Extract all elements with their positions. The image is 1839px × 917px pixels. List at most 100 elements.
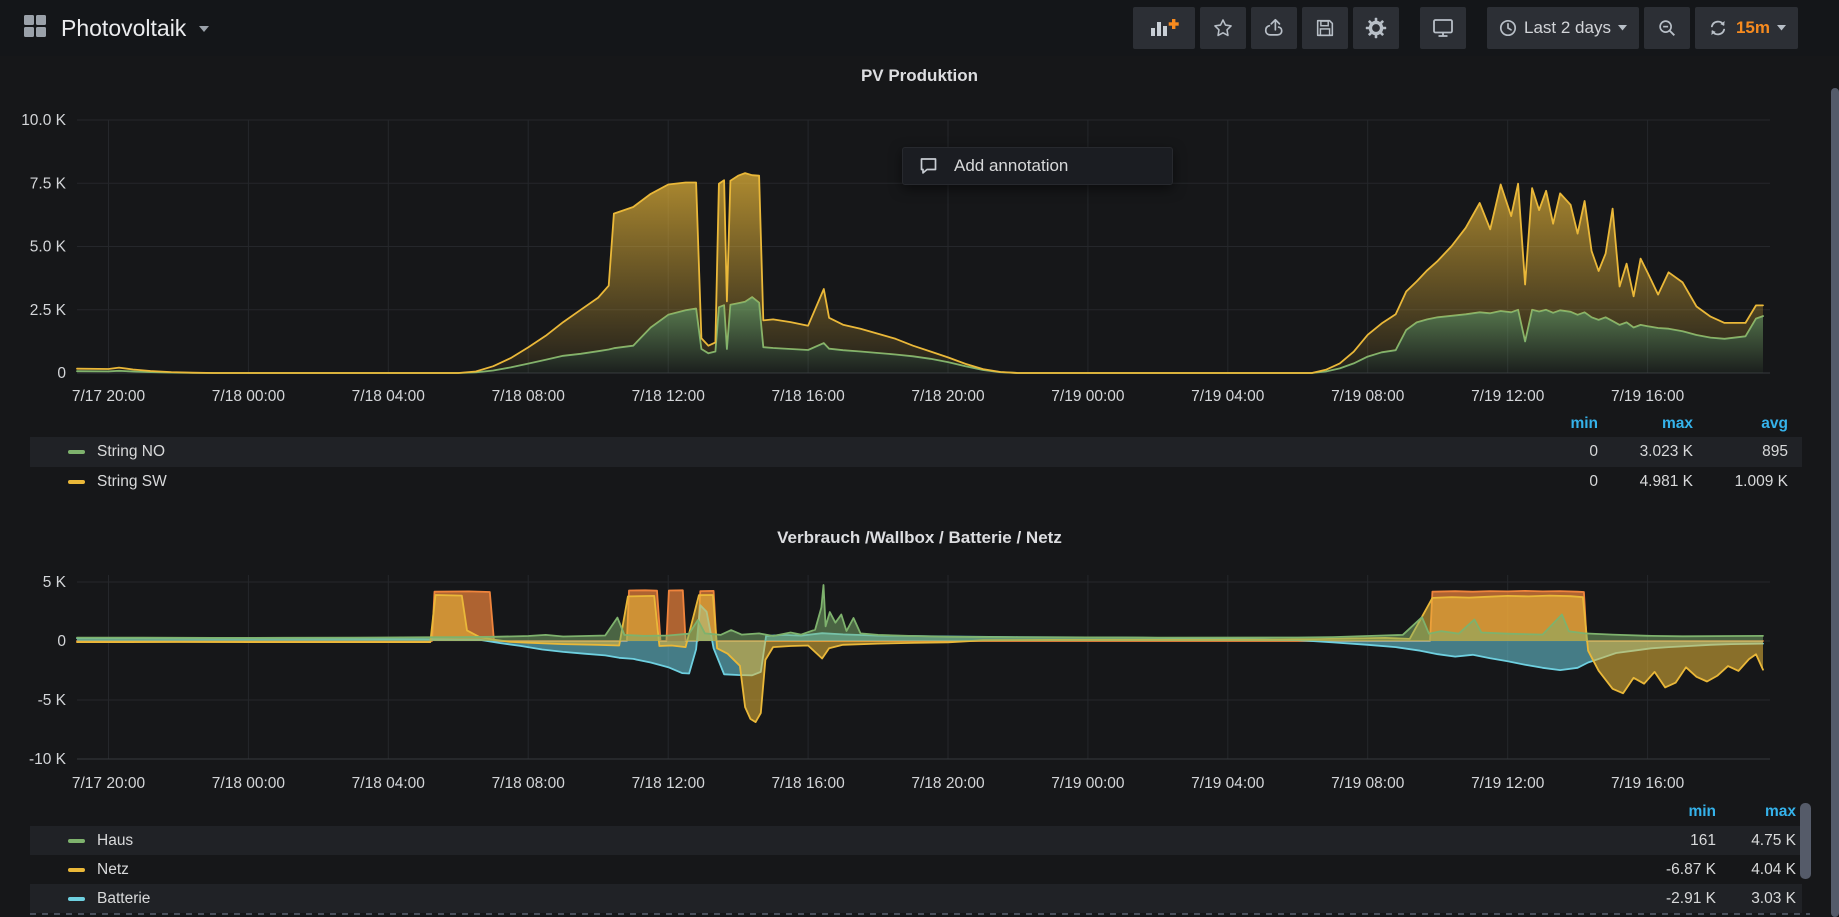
svg-text:5.0 K: 5.0 K xyxy=(30,239,67,256)
series-swatch xyxy=(68,480,85,484)
svg-text:-10 K: -10 K xyxy=(29,751,67,768)
stat-avg: 1.009 K xyxy=(1693,473,1788,491)
legend-scrollbar-thumb[interactable] xyxy=(1800,803,1811,879)
svg-text:7/17 20:00: 7/17 20:00 xyxy=(72,388,146,405)
svg-text:7/19 16:00: 7/19 16:00 xyxy=(1611,775,1685,792)
series-swatch xyxy=(68,839,85,843)
legend-header-row: min max xyxy=(30,797,1802,826)
grafana-dashboard: Photovoltaik xyxy=(0,0,1839,917)
series-label: String SW xyxy=(97,473,167,491)
svg-text:7/18 04:00: 7/18 04:00 xyxy=(352,388,426,405)
stat-max: 3.023 K xyxy=(1598,443,1693,461)
svg-text:7/18 00:00: 7/18 00:00 xyxy=(212,775,286,792)
svg-text:10.0 K: 10.0 K xyxy=(21,112,66,129)
apps-grid-icon xyxy=(22,13,48,44)
svg-text:7/19 04:00: 7/19 04:00 xyxy=(1191,775,1265,792)
monitor-icon xyxy=(1431,17,1455,39)
stat-max: 4.75 K xyxy=(1716,832,1796,850)
legend-header-max[interactable]: max xyxy=(1716,803,1796,821)
clock-icon xyxy=(1499,19,1517,37)
stat-min: -6.87 K xyxy=(1636,861,1716,879)
legend-header-avg[interactable]: avg xyxy=(1693,415,1788,433)
share-dashboard-button[interactable] xyxy=(1251,7,1297,49)
refresh-picker[interactable]: 15m xyxy=(1695,7,1798,49)
svg-text:7/18 08:00: 7/18 08:00 xyxy=(492,775,566,792)
verbrauch-chart[interactable]: 5 K0-5 K-10 K7/17 20:007/18 00:007/18 04… xyxy=(0,560,1839,800)
add-annotation-menu[interactable]: Add annotation xyxy=(902,147,1173,185)
svg-text:0: 0 xyxy=(57,365,66,382)
series-label: Haus xyxy=(97,832,133,850)
svg-text:7/19 12:00: 7/19 12:00 xyxy=(1471,775,1545,792)
page-scrollbar-thumb[interactable] xyxy=(1831,88,1839,917)
legend-row-string-sw[interactable]: String SW 0 4.981 K 1.009 K xyxy=(30,467,1802,497)
dashboard-title-group[interactable]: Photovoltaik xyxy=(22,0,209,56)
svg-text:2.5 K: 2.5 K xyxy=(30,302,67,319)
refresh-icon xyxy=(1707,17,1729,39)
legend-header-min[interactable]: min xyxy=(1503,415,1598,433)
stat-min: 161 xyxy=(1636,832,1716,850)
zoom-out-button[interactable] xyxy=(1644,7,1690,49)
series-label: String NO xyxy=(97,443,165,461)
zoom-out-icon xyxy=(1656,17,1678,39)
svg-text:7/19 00:00: 7/19 00:00 xyxy=(1051,775,1125,792)
pv-produktion-chart[interactable]: 0 2.5 K 5.0 K 7.5 K 10.0 K 7/17 20:00 7/18 00:… xyxy=(0,95,1839,415)
svg-text:7/19 12:00: 7/19 12:00 xyxy=(1471,388,1545,405)
add-annotation-label: Add annotation xyxy=(954,156,1068,176)
gear-icon xyxy=(1364,16,1388,40)
svg-text:7/18 20:00: 7/18 20:00 xyxy=(911,388,985,405)
panel2-title[interactable]: Verbrauch /Wallbox / Batterie / Netz xyxy=(0,528,1839,548)
add-panel-icon xyxy=(1149,17,1179,39)
stat-max: 3.03 K xyxy=(1716,890,1796,908)
series-swatch xyxy=(68,897,85,901)
svg-text:7/18 16:00: 7/18 16:00 xyxy=(771,775,845,792)
svg-text:7.5 K: 7.5 K xyxy=(30,175,67,192)
chevron-down-icon xyxy=(1777,25,1786,31)
svg-text:7/18 12:00: 7/18 12:00 xyxy=(632,775,706,792)
legend-row-string-no[interactable]: String NO 0 3.023 K 895 xyxy=(30,437,1802,467)
refresh-interval-label: 15m xyxy=(1736,18,1770,38)
svg-text:7/19 08:00: 7/19 08:00 xyxy=(1331,388,1405,405)
star-icon xyxy=(1212,17,1234,39)
share-icon xyxy=(1263,17,1285,39)
legend-row-batterie[interactable]: Batterie -2.91 K 3.03 K xyxy=(30,884,1802,913)
panel1-legend: min max avg String NO 0 3.023 K 895 Stri… xyxy=(30,411,1802,497)
svg-text:0: 0 xyxy=(57,633,66,650)
save-icon xyxy=(1314,17,1336,39)
svg-text:7/17 20:00: 7/17 20:00 xyxy=(72,775,146,792)
chevron-down-icon xyxy=(1618,25,1627,31)
legend-header-min[interactable]: min xyxy=(1636,803,1716,821)
stat-min: 0 xyxy=(1503,473,1598,491)
stat-avg: 895 xyxy=(1693,443,1788,461)
svg-text:7/18 00:00: 7/18 00:00 xyxy=(212,388,286,405)
comment-icon xyxy=(919,157,938,175)
navbar-actions: Last 2 days 15m xyxy=(1133,7,1798,49)
legend-row-haus[interactable]: Haus 161 4.75 K xyxy=(30,826,1802,855)
panel2-legend: min max Haus 161 4.75 K Netz -6.87 K 4.0… xyxy=(30,797,1802,913)
legend-header-row: min max avg xyxy=(30,411,1802,437)
mark-favorite-button[interactable] xyxy=(1200,7,1246,49)
save-dashboard-button[interactable] xyxy=(1302,7,1348,49)
stat-min: 0 xyxy=(1503,443,1598,461)
time-range-label: Last 2 days xyxy=(1524,18,1611,38)
cycle-view-mode-button[interactable] xyxy=(1420,7,1466,49)
svg-text:7/19 00:00: 7/19 00:00 xyxy=(1051,388,1125,405)
dashboard-title[interactable]: Photovoltaik xyxy=(61,15,186,42)
svg-text:7/18 08:00: 7/18 08:00 xyxy=(492,388,566,405)
dashboard-settings-button[interactable] xyxy=(1353,7,1399,49)
legend-header-max[interactable]: max xyxy=(1598,415,1693,433)
svg-text:7/18 16:00: 7/18 16:00 xyxy=(771,388,845,405)
svg-text:7/18 20:00: 7/18 20:00 xyxy=(911,775,985,792)
legend-row-netz[interactable]: Netz -6.87 K 4.04 K xyxy=(30,855,1802,884)
series-label: Batterie xyxy=(97,890,150,908)
series-swatch xyxy=(68,450,85,454)
navbar: Photovoltaik xyxy=(0,0,1839,56)
svg-text:5 K: 5 K xyxy=(43,574,67,591)
svg-text:7/19 04:00: 7/19 04:00 xyxy=(1191,388,1265,405)
add-panel-button[interactable] xyxy=(1133,7,1195,49)
time-range-picker[interactable]: Last 2 days xyxy=(1487,7,1639,49)
svg-text:7/18 04:00: 7/18 04:00 xyxy=(352,775,426,792)
stat-max: 4.04 K xyxy=(1716,861,1796,879)
chevron-down-icon xyxy=(199,19,209,37)
panel1-title[interactable]: PV Produktion xyxy=(0,66,1839,86)
stat-min: -2.91 K xyxy=(1636,890,1716,908)
